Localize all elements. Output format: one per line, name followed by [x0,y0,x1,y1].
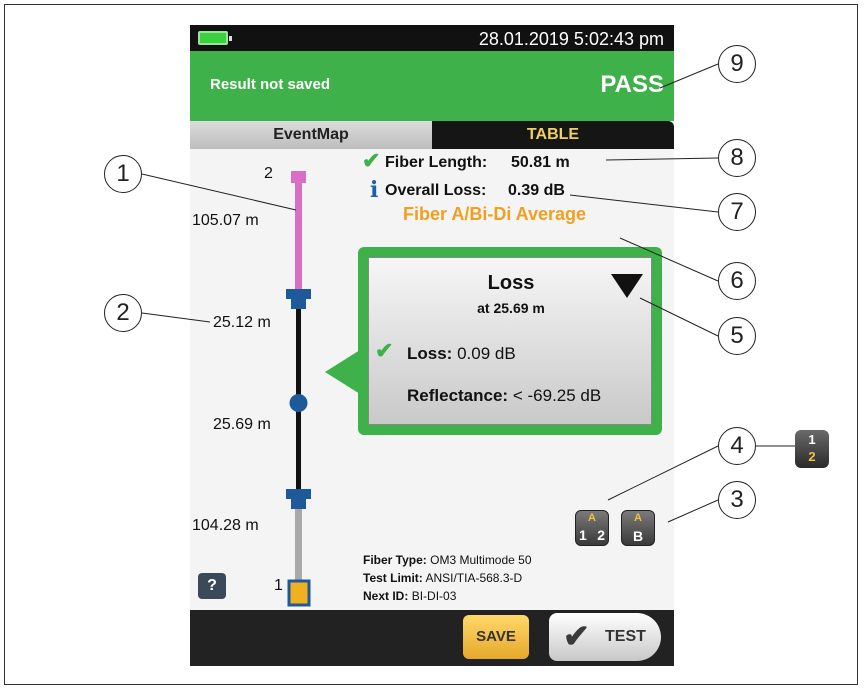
callout-6: 6 [718,262,756,300]
callout-9: 9 [718,45,756,83]
leader-3 [667,499,719,523]
leader-7 [569,194,719,213]
callout-2: 2 [104,294,142,332]
swap-12-bottom-label: 2 [808,449,816,464]
leader-6 [619,237,719,282]
leader-8 [605,157,719,161]
swap-12-button: 1 2 [795,430,829,468]
leader-5 [639,297,719,337]
callout-7: 7 [718,193,756,231]
callout-3: 3 [718,481,756,519]
swap-12-icon: 1 [808,432,816,447]
leader-4 [607,445,719,501]
leader-2 [141,312,211,323]
leader-9 [659,63,719,89]
callout-1: 1 [104,155,142,193]
leader-1 [141,173,297,211]
callout-5: 5 [718,317,756,355]
callout-8: 8 [718,139,756,177]
callout-4: 4 [718,427,756,465]
